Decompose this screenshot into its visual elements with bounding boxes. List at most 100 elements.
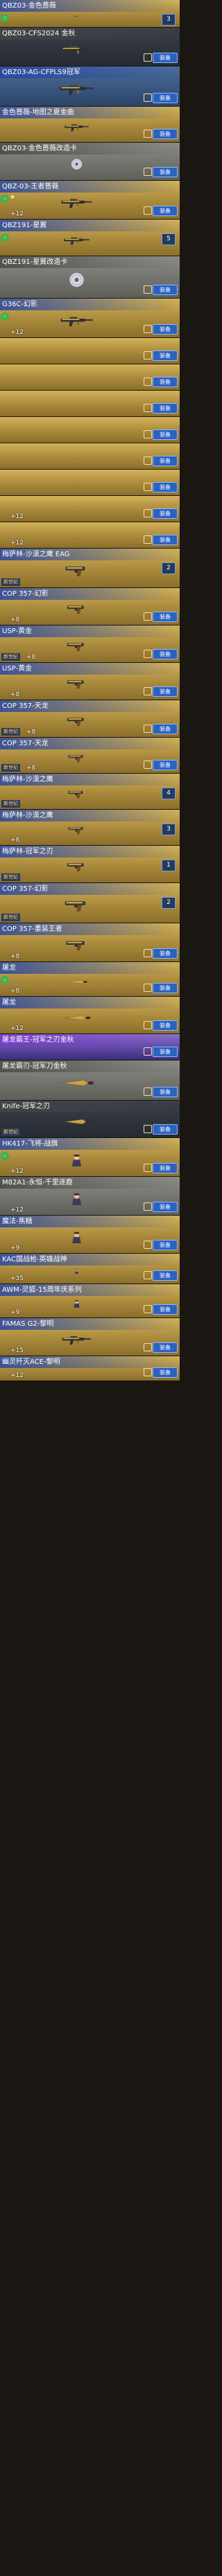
equip-button[interactable]: 装备 [153, 983, 178, 993]
item-card[interactable]: 装备 [0, 443, 180, 470]
equip-slot-icon [144, 483, 152, 491]
item-card[interactable]: COP 357-重装王者 +8 装备 [0, 923, 180, 962]
equip-button[interactable]: 装备 [153, 482, 178, 492]
item-card[interactable]: 装备 [0, 391, 180, 417]
item-card[interactable]: COP 357-天龙 新世纪 +8 装备 [0, 738, 180, 774]
equip-button[interactable]: 装备 [153, 1270, 178, 1281]
equip-button[interactable]: 装备 [153, 1124, 178, 1135]
equip-button[interactable]: 装备 [153, 1342, 178, 1353]
item-title: USP-黄金 [0, 663, 180, 675]
item-card[interactable]: 装备 [0, 417, 180, 443]
item-card[interactable]: 屠龙 +12 装备 [0, 997, 180, 1034]
item-card[interactable]: QBZ191-星翼 ☆ 5 [0, 220, 180, 256]
equip-button[interactable]: 装备 [153, 167, 178, 177]
equip-button[interactable]: 装备 [153, 508, 178, 519]
item-card[interactable]: HK417-飞将-战旗 ☆ +12 装备 [0, 1138, 180, 1177]
item-title: 梅萨林-沙漠之鹰 EAG [0, 549, 180, 560]
equip-button[interactable]: 装备 [153, 1367, 178, 1378]
series-tag: 新世纪 [1, 764, 20, 772]
item-card[interactable]: 装备 [0, 364, 180, 391]
equip-button[interactable]: 装备 [153, 1087, 178, 1097]
equip-button[interactable]: 装备 [153, 456, 178, 466]
item-card[interactable]: 装备 [0, 338, 180, 364]
item-card[interactable]: 金色蔷薇-地图之夏金曲 装备 [0, 107, 180, 143]
equip-button[interactable]: 装备 [153, 948, 178, 959]
item-count-badge: 2 [162, 897, 176, 909]
item-title: COP 357-幻影 [0, 883, 180, 895]
item-card[interactable]: KAC国战枪-英雄战神 +35 装备 [0, 1254, 180, 1284]
item-card[interactable]: COP 357-幻影 新世纪 2 [0, 883, 180, 923]
item-card[interactable]: QBZ191-星翼改造卡 装备 [0, 256, 180, 299]
equip-slot-icon [144, 94, 152, 102]
item-card[interactable]: 屠龙霸王-冠军之刃金秋 装备 [0, 1034, 180, 1060]
item-card[interactable]: COP 357-幻影 +8 装备 [0, 588, 180, 625]
character-image [14, 1153, 139, 1166]
weapon-image [14, 353, 139, 354]
equip-button[interactable]: 装备 [153, 53, 178, 63]
item-card[interactable]: QBZ03-AG-CFPLS9冠军装备 [0, 66, 180, 107]
item-title: QBZ191-星翼 [0, 220, 180, 231]
item-card[interactable]: QBZ-03-王者蔷薇 ☆ ★ +12 装备 [0, 181, 180, 220]
item-card[interactable]: +12 装备 [0, 496, 180, 522]
equip-button[interactable]: 装备 [153, 686, 178, 697]
equip-slot-icon [144, 1305, 152, 1313]
equip-button[interactable]: 装备 [153, 350, 178, 361]
equip-button[interactable]: 装备 [153, 377, 178, 387]
equip-button[interactable]: 装备 [153, 760, 178, 770]
equip-button[interactable]: 装备 [153, 206, 178, 216]
item-card[interactable]: 装备 [0, 470, 180, 496]
item-card[interactable]: 梅萨林-冠军之刃 新世纪 1 [0, 846, 180, 883]
weapon-image [14, 82, 139, 96]
equip-button[interactable]: 装备 [153, 1163, 178, 1173]
item-card[interactable]: COP 357-天龙 新世纪 +8 装备 [0, 700, 180, 738]
equip-button[interactable]: 装备 [153, 724, 178, 734]
item-card[interactable]: USP-黄金 +8 装备 [0, 663, 180, 700]
weapon-image [14, 432, 139, 433]
item-card[interactable]: G36C-幻影 ☆ +12 装备 [0, 299, 180, 338]
equip-slot-icon [144, 325, 152, 333]
equip-button[interactable]: 装备 [153, 535, 178, 545]
equip-button[interactable]: 装备 [153, 1202, 178, 1212]
item-card[interactable]: 梅萨林-沙漠之鹰 EAG 新世纪 2 [0, 549, 180, 588]
equip-button[interactable]: 装备 [153, 1304, 178, 1315]
equip-button[interactable]: 装备 [153, 612, 178, 622]
equip-button[interactable]: 装备 [153, 93, 178, 103]
equip-button[interactable]: 装备 [153, 403, 178, 414]
weapon-image [14, 977, 139, 986]
equip-button[interactable]: 装备 [153, 429, 178, 440]
item-card[interactable]: QBZ03-金色蔷薇 ☆ 3 [0, 0, 180, 28]
item-card[interactable]: FAMAS G2-黎明 +15 装备 [0, 1318, 180, 1356]
equip-button[interactable]: 装备 [153, 649, 178, 659]
upgrade-level: +8 [10, 691, 20, 698]
equip-button[interactable]: 装备 [153, 1047, 178, 1057]
item-card[interactable]: 屠龙 ☆ +8 装备 [0, 962, 180, 997]
item-card[interactable]: USP-黄金 新世纪 +8 装备 [0, 625, 180, 663]
item-card[interactable]: +12 装备 [0, 522, 180, 549]
upgrade-card-icon [14, 272, 139, 288]
item-card[interactable]: 魔法-焦糖 +9 装备 [0, 1216, 180, 1254]
item-title: Knife-冠军之刃 [0, 1101, 180, 1112]
equip-slot-icon [144, 1271, 152, 1279]
item-title: 梅萨林-沙漠之鹰 [0, 774, 180, 785]
item-title: QBZ03-AG-CFPLS9冠军 [0, 66, 180, 78]
equip-button[interactable]: 装备 [153, 129, 178, 139]
item-card[interactable]: AWM-灵狐-15周年庆系列 +9 装备 [0, 1284, 180, 1318]
equip-slot-icon [144, 612, 152, 621]
equip-button[interactable]: 装备 [153, 285, 178, 295]
upgrade-level: +8 [26, 765, 36, 772]
item-card[interactable]: QBZ03-CFS2024 金秋 装备 [0, 28, 180, 66]
item-card[interactable]: 梅萨林-沙漠之鹰 新世纪 4 [0, 774, 180, 810]
equip-slot-icon [144, 377, 152, 386]
item-card[interactable]: 梅萨林-沙漠之鹰 +8 3 [0, 810, 180, 846]
upgrade-level: +12 [10, 1168, 24, 1175]
equip-button[interactable]: 装备 [153, 1020, 178, 1031]
item-title: M82A1-永恒-千里逐鹿 [0, 1177, 180, 1189]
weapon-image [14, 716, 139, 727]
item-card[interactable]: QBZ03-金色蔷薇改造卡 装备 [0, 143, 180, 181]
equip-button[interactable]: 装备 [153, 324, 178, 335]
item-card[interactable]: M82A1-永恒-千里逐鹿 +12 装备 [0, 1177, 180, 1216]
item-card[interactable]: 屠龙霸刃-冠军刀金秋 装备 [0, 1060, 180, 1101]
equip-button[interactable]: 装备 [153, 1240, 178, 1250]
item-card[interactable]: 幽灵歼灭ACE-黎明 +12 装备 [0, 1356, 180, 1381]
item-card[interactable]: Knife-冠军之刃 新世纪 装备 [0, 1101, 180, 1138]
